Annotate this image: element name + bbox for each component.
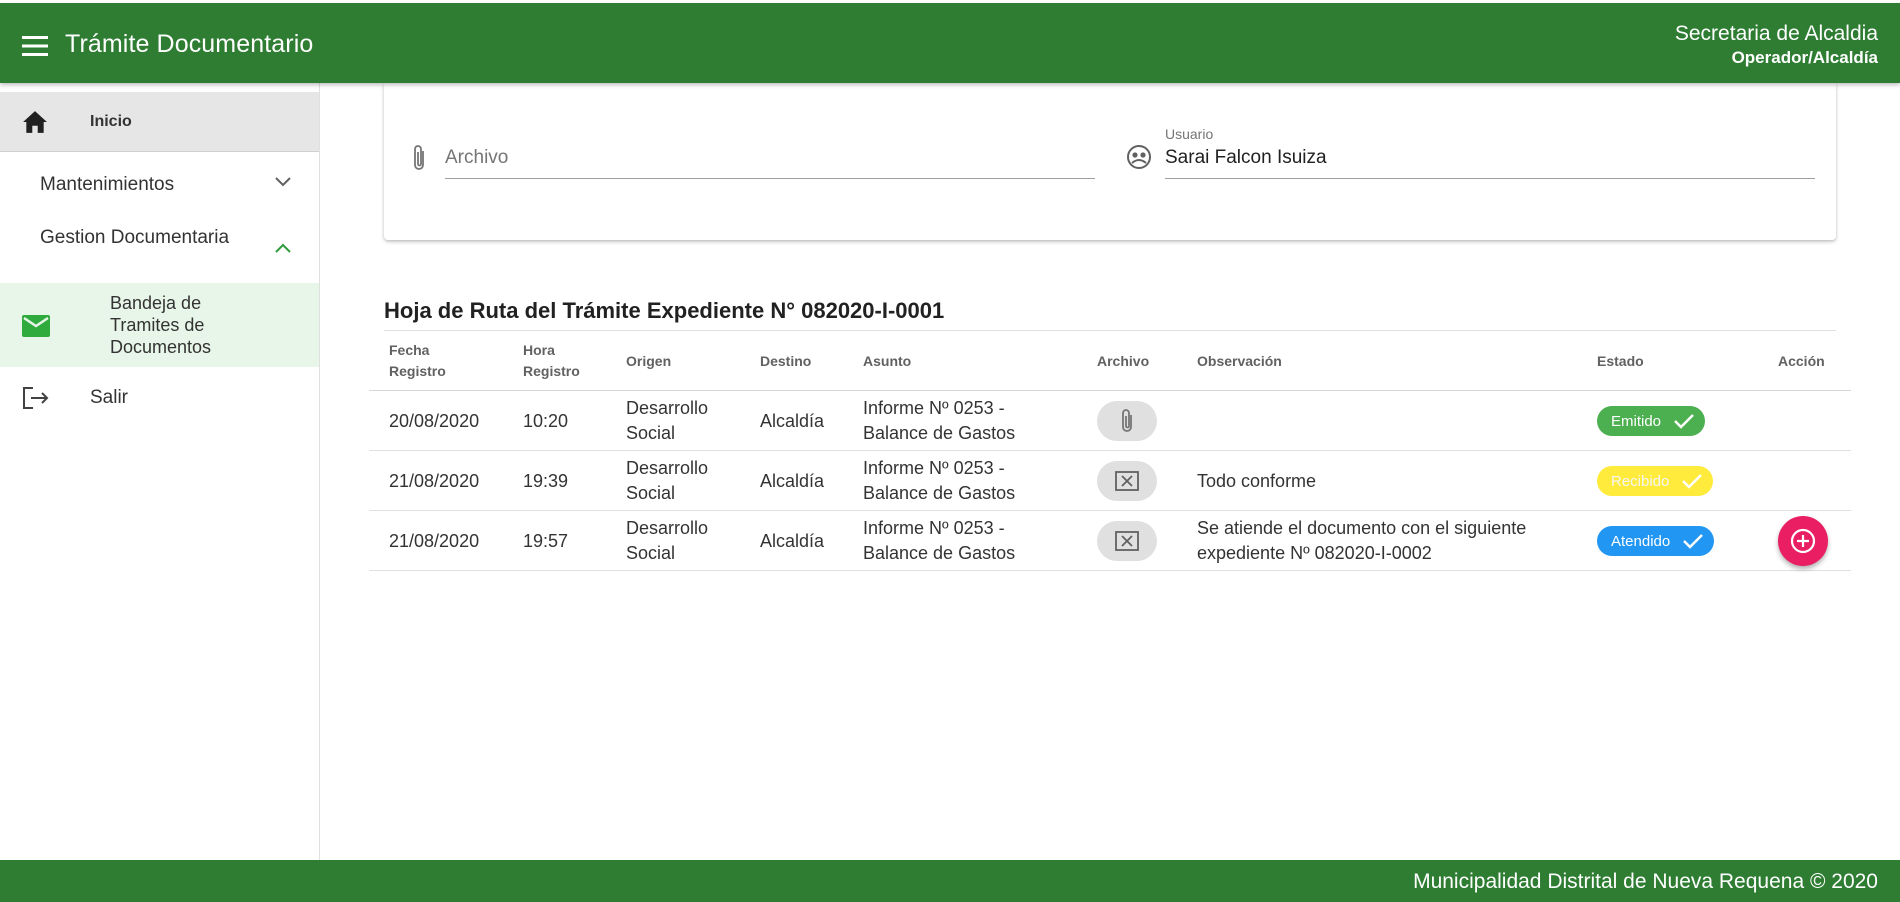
app-title: Trámite Documentario [65,30,314,58]
cell-archivo [1097,511,1177,571]
status-badge-label: Atendido [1611,532,1671,550]
column-header-asunto: Asunto [863,352,912,369]
chevron-up-icon [275,243,291,253]
cell-asunto: Informe Nº 0253 - Balance de Gastos [863,458,1016,503]
file-attachment-button[interactable] [1097,461,1157,501]
user-name: Secretaria de Alcaldia [1674,22,1878,45]
column-header-archivo: Archivo [1097,352,1150,369]
cell-origen: Desarrollo Social [626,398,709,443]
status-badge: Recibido [1597,466,1714,496]
table-row: 21/08/2020 19:57 Desarrollo Social Alcal… [369,511,1851,571]
column-header-fecha: Fecha Registro [389,331,519,391]
status-badge: Emitido [1597,406,1706,436]
archivo-field [445,133,1095,179]
add-action-button[interactable] [1778,516,1828,566]
sidebar: Inicio Mantenimientos Gestion Documentar… [0,83,320,860]
sidebar-item-label: Mantenimientos [40,174,175,195]
user-role: Operador/Alcaldía [1731,48,1878,67]
cell-archivo [1097,451,1177,511]
route-sheet-title: Hoja de Ruta del Trámite Expediente N° 0… [384,298,945,323]
column-header-hora: Hora Registro [523,331,613,391]
table-header: Fecha Registro Hora Registro Origen Dest… [369,331,1851,391]
mail-icon [22,315,50,337]
table-row: 21/08/2020 19:39 Desarrollo Social Alcal… [369,451,1851,511]
cell-estado: Atendido [1597,511,1747,571]
user-info: Secretaria de Alcaldia Operador/Alcaldía [1675,21,1878,69]
usuario-label: Usuario [1165,126,1214,142]
cell-origen: Desarrollo Social [626,518,709,563]
route-sheet-table: Fecha Registro Hora Registro Origen Dest… [369,331,1851,571]
cell-fecha: 21/08/2020 [389,530,480,551]
check-icon [1682,474,1703,489]
cell-observacion: Todo conforme [1197,470,1317,491]
sidebar-item-gestion-documentaria[interactable]: Gestion Documentaria [0,214,319,286]
sidebar-item-label: Bandeja de Tramites de Documentos [110,293,212,357]
status-badge-label: Emitido [1611,412,1662,430]
cell-observacion [1197,391,1557,451]
chevron-down-icon [275,177,291,187]
menu-icon [22,36,48,56]
archivo-input[interactable] [445,146,1095,170]
column-header-label: Fecha Registro [389,342,446,379]
sidebar-item-label: Salir [90,387,129,408]
column-header-destino: Destino [760,352,812,369]
cell-asunto: Informe Nº 0253 - Balance de Gastos [863,398,1016,443]
file-attachment-button[interactable] [1097,401,1157,441]
home-icon [23,111,47,133]
check-icon [1683,534,1704,549]
no-file-icon [1115,531,1139,551]
cell-destino: Alcaldía [760,410,825,431]
check-icon [1674,414,1694,429]
column-header-accion: Acción [1778,352,1825,369]
logout-icon [23,387,49,409]
sidebar-item-label: Gestion Documentaria [40,227,230,248]
sidebar-item-inicio[interactable]: Inicio [0,92,319,152]
cell-destino: Alcaldía [760,530,825,551]
cell-accion [1778,391,1848,451]
paperclip-icon [414,145,424,170]
column-header-observacion: Observación [1197,352,1282,369]
cell-hora: 19:39 [523,470,569,491]
account-circle-icon [1127,145,1151,169]
footer-text: Municipalidad Distrital de Nueva Requena… [1413,870,1878,893]
column-header-estado: Estado [1597,352,1644,369]
cell-destino: Alcaldía [760,470,825,491]
cell-hora: 19:57 [523,530,569,551]
file-attachment-button[interactable] [1097,521,1157,561]
add-circle-icon [1790,528,1816,554]
cell-estado: Emitido [1597,391,1747,451]
sidebar-item-mantenimientos[interactable]: Mantenimientos [0,154,319,214]
usuario-field: Usuario [1165,126,1815,179]
cell-observacion: Se atiende el documento con el siguiente… [1197,518,1527,563]
cell-accion [1778,511,1848,571]
column-header-origen: Origen [626,352,672,369]
paperclip-icon [1122,409,1132,432]
column-header-label: Hora Registro [523,342,580,379]
document-form-card: Usuario [384,83,1836,240]
cell-accion [1778,451,1848,511]
footer: Municipalidad Distrital de Nueva Requena… [0,860,1900,902]
sidebar-item-salir[interactable]: Salir [0,373,319,423]
sidebar-item-label: Inicio [90,113,132,130]
sidebar-item-bandeja[interactable]: Bandeja de Tramites de Documentos [0,283,319,367]
cell-fecha: 21/08/2020 [389,470,480,491]
app-bar: Trámite Documentario Secretaria de Alcal… [0,3,1900,83]
cell-origen: Desarrollo Social [626,458,709,503]
no-file-icon [1115,471,1139,491]
cell-estado: Recibido [1597,451,1747,511]
cell-hora: 10:20 [523,410,569,431]
cell-asunto: Informe Nº 0253 - Balance de Gastos [863,518,1016,563]
status-badge: Atendido [1597,526,1715,556]
table-row: 20/08/2020 10:20 Desarrollo Social Alcal… [369,391,1851,451]
cell-fecha: 20/08/2020 [389,410,480,431]
status-badge-label: Recibido [1611,472,1670,490]
cell-archivo [1097,391,1177,451]
usuario-input[interactable] [1165,146,1815,170]
menu-button[interactable] [14,25,56,67]
